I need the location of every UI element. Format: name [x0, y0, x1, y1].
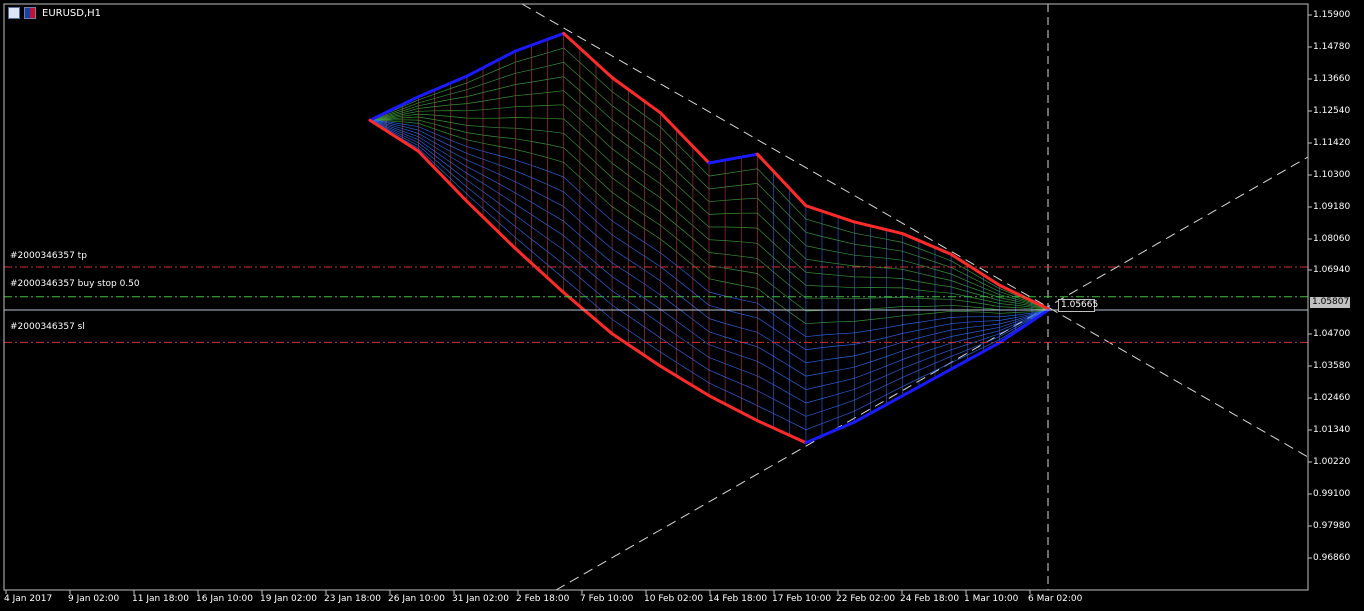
lower-envelope-segment: [416, 149, 469, 203]
time-tick-label: 9 Jan 02:00: [68, 594, 120, 604]
chart-window[interactable]: EURUSD,H1 #2000346357 tp #2000346357 buy…: [0, 0, 1364, 611]
lower-envelope-segment: [852, 394, 905, 424]
upper-envelope-segment: [949, 252, 1002, 287]
price-tick-label: 1.14780: [1313, 42, 1351, 52]
price-tick-label: 1.09180: [1313, 202, 1351, 212]
lower-envelope-segment: [755, 419, 808, 445]
upper-envelope-segment: [513, 31, 566, 53]
time-tick-label: 19 Jan 02:00: [260, 594, 317, 604]
time-tick-label: 31 Jan 02:00: [452, 594, 509, 604]
chart-title-bar: EURUSD,H1: [8, 6, 101, 20]
price-tick-label: 1.08060: [1313, 234, 1351, 244]
lower-envelope-segment: [998, 308, 1050, 345]
upper-envelope-segment: [804, 204, 856, 224]
upper-envelope-segment: [610, 76, 663, 115]
price-tick-label: 1.02460: [1313, 393, 1351, 403]
lower-envelope-segment: [901, 367, 953, 398]
lower-envelope-segment: [707, 394, 759, 423]
price-tick-label: 1.00220: [1313, 457, 1351, 467]
buy-stop-order-label[interactable]: #2000346357 buy stop 0.50: [10, 279, 140, 289]
price-tick-label: 1.13660: [1313, 74, 1351, 84]
upper-envelope-segment: [659, 111, 711, 165]
price-tick-label: 1.15900: [1313, 10, 1351, 20]
upper-envelope-segment: [755, 152, 808, 208]
lower-trend-line: [555, 156, 1309, 591]
price-tick-label: 0.96860: [1313, 553, 1351, 563]
flag-icon: [24, 7, 36, 19]
order-levels: [4, 266, 1308, 343]
price-tick-label: 0.97980: [1313, 521, 1351, 531]
sl-order-label[interactable]: #2000346357 sl: [10, 322, 85, 332]
time-tick-label: 22 Feb 02:00: [836, 594, 896, 604]
time-tick-label: 24 Feb 18:00: [900, 594, 960, 604]
time-tick-label: 14 Feb 18:00: [708, 594, 768, 604]
time-tick-label: 10 Feb 02:00: [644, 594, 704, 604]
upper-envelope-segment: [562, 31, 614, 80]
price-tick-label: 1.10300: [1313, 170, 1351, 180]
upper-envelope-segment: [852, 220, 905, 236]
time-tick-label: 1 Mar 10:00: [964, 594, 1019, 604]
price-tick-label: 1.06940: [1313, 265, 1351, 275]
time-tick-label: 23 Jan 18:00: [324, 594, 381, 604]
lower-envelope-segment: [368, 118, 420, 153]
price-tick-label: 1.01340: [1313, 425, 1351, 435]
time-tick-label: 26 Jan 10:00: [388, 594, 445, 604]
time-tick-label: 16 Jan 10:00: [196, 594, 253, 604]
price-tick-label: 1.11420: [1313, 138, 1351, 148]
upper-envelope-segment: [707, 152, 759, 165]
axes: [3, 3, 1312, 594]
table-icon[interactable]: [8, 7, 20, 19]
time-tick-label: 6 Mar 02:00: [1028, 594, 1083, 604]
chart-plot[interactable]: [0, 0, 1364, 611]
bid-price-label: 1.05807: [1310, 297, 1350, 308]
time-tick-label: 7 Feb 10:00: [580, 594, 634, 604]
time-tick-label: 17 Feb 10:00: [772, 594, 832, 604]
crosshair-price-label: 1.05665: [1058, 299, 1098, 312]
upper-envelope-segment: [416, 74, 469, 99]
forecast-mesh: [369, 32, 1049, 444]
price-tick-label: 1.03580: [1313, 361, 1351, 371]
time-tick-label: 4 Jan 2017: [4, 594, 53, 604]
price-tick-label: 1.04700: [1313, 329, 1351, 339]
lower-envelope-segment: [659, 364, 711, 398]
lower-envelope-segment: [804, 420, 856, 445]
lower-envelope-segment: [513, 246, 566, 295]
chart-title: EURUSD,H1: [42, 7, 102, 19]
price-tick-label: 0.99100: [1313, 489, 1351, 499]
lower-envelope-segment: [465, 199, 517, 250]
time-tick-label: 2 Feb 18:00: [516, 594, 570, 604]
tp-order-label[interactable]: #2000346357 tp: [10, 251, 87, 261]
price-tick-label: 1.12540: [1313, 106, 1351, 116]
lower-envelope-segment: [610, 332, 663, 368]
upper-envelope-segment: [368, 95, 420, 122]
time-tick-label: 11 Jan 18:00: [132, 594, 189, 604]
